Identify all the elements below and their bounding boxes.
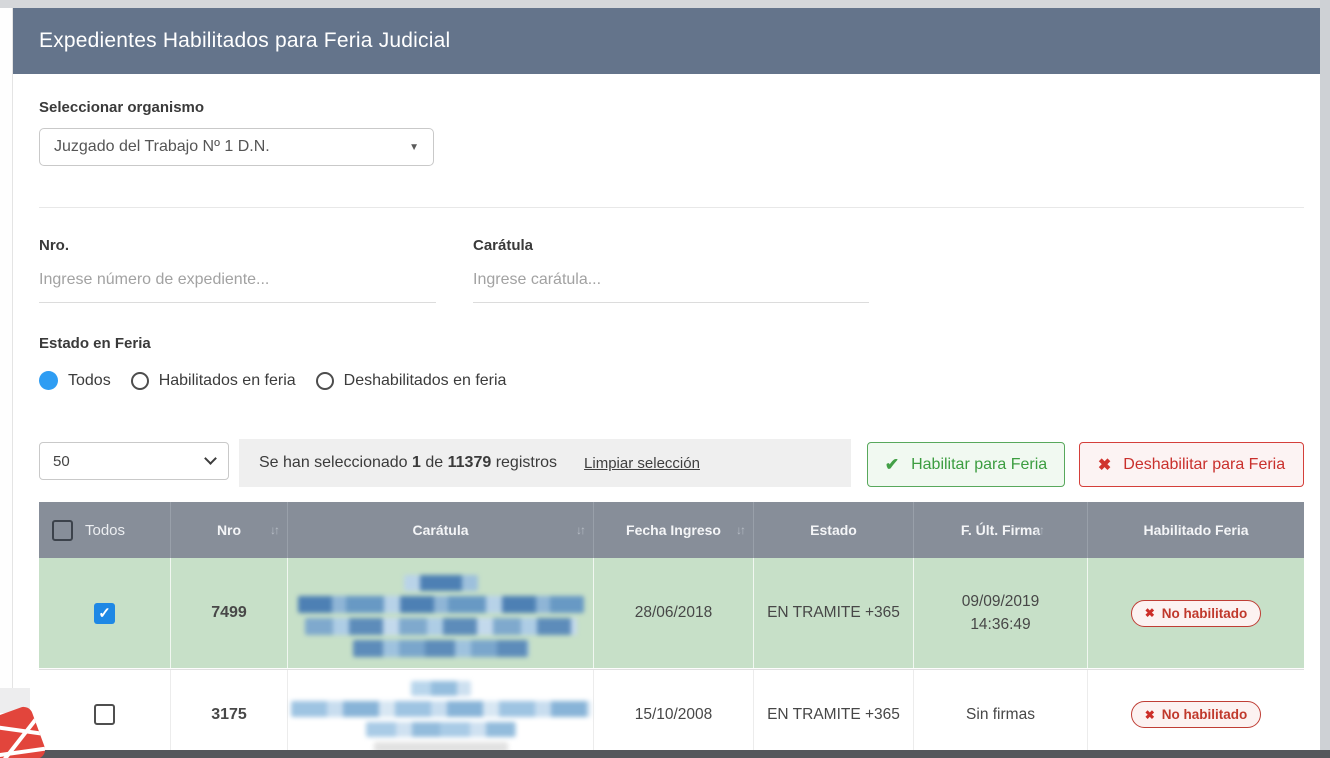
clear-selection-link[interactable]: Limpiar selección bbox=[584, 455, 700, 472]
nro-cell: 7499 bbox=[171, 558, 288, 668]
window-bottom-edge bbox=[33, 750, 1330, 758]
badge-cross-icon: ✖ bbox=[1145, 606, 1155, 620]
radio-option-deshabilitados[interactable]: Deshabilitados en feria bbox=[316, 372, 507, 390]
page-title: Expedientes Habilitados para Feria Judic… bbox=[39, 29, 450, 53]
sort-icon[interactable]: ↓↑ bbox=[736, 523, 744, 537]
radio-unselected-icon bbox=[131, 372, 149, 390]
table-header-row: Todos Nro ↓↑ Carátula ↓↑ Fecha Ingreso ↓… bbox=[39, 502, 1304, 558]
nro-cell: 3175 bbox=[171, 670, 288, 758]
chevron-down-icon bbox=[204, 452, 217, 465]
row-select-cell bbox=[39, 670, 171, 758]
page-header: Expedientes Habilitados para Feria Judic… bbox=[13, 8, 1320, 74]
table-row[interactable]: ✓ 7499 28/06/2018 bbox=[39, 558, 1304, 669]
caratula-label: Carátula bbox=[473, 237, 533, 254]
selection-count: 1 bbox=[412, 454, 421, 471]
radio-unselected-icon bbox=[316, 372, 334, 390]
disable-for-feria-button[interactable]: ✖ Deshabilitar para Feria bbox=[1079, 442, 1304, 487]
status-badge: ✖ No habilitado bbox=[1131, 600, 1262, 627]
redacted-caratula bbox=[288, 676, 593, 753]
page-size-select[interactable]: 50 bbox=[39, 442, 229, 480]
column-header-nro[interactable]: Nro ↓↑ bbox=[171, 502, 288, 558]
fecha-ingreso-cell: 15/10/2008 bbox=[594, 670, 754, 758]
column-header-caratula[interactable]: Carátula ↓↑ bbox=[288, 502, 594, 558]
fecha-ingreso-cell: 28/06/2018 bbox=[594, 558, 754, 668]
organismo-select[interactable]: Juzgado del Trabajo Nº 1 D.N. ▼ bbox=[39, 128, 434, 166]
status-badge: ✖ No habilitado bbox=[1131, 701, 1262, 728]
row-checkbox-checked[interactable]: ✓ bbox=[94, 603, 115, 624]
enable-for-feria-button[interactable]: ✔ Habilitar para Feria bbox=[867, 442, 1065, 487]
window-right-edge bbox=[1320, 0, 1330, 758]
cross-icon: ✖ bbox=[1098, 455, 1111, 475]
nro-input[interactable] bbox=[39, 258, 436, 303]
organismo-selected-value: Juzgado del Trabajo Nº 1 D.N. bbox=[54, 138, 270, 156]
window-top-edge bbox=[0, 0, 1330, 8]
checkmark-icon: ✓ bbox=[98, 604, 111, 622]
column-header-select-all: Todos bbox=[39, 502, 171, 558]
page: Expedientes Habilitados para Feria Judic… bbox=[0, 0, 1330, 758]
selection-total: 11379 bbox=[448, 454, 492, 471]
habilitado-feria-cell: ✖ No habilitado bbox=[1088, 670, 1304, 758]
check-icon: ✔ bbox=[885, 455, 899, 475]
badge-cross-icon: ✖ bbox=[1145, 708, 1155, 722]
nro-label: Nro. bbox=[39, 237, 69, 254]
selection-summary: Se han seleccionado 1 de 11379 registros bbox=[259, 454, 557, 472]
caratula-cell bbox=[288, 558, 594, 668]
caratula-cell bbox=[288, 670, 594, 758]
table-row[interactable]: 3175 15/10/2008 EN TRAMITE +365 bbox=[39, 669, 1304, 758]
redacted-caratula bbox=[288, 570, 593, 657]
sort-icon[interactable]: ↓↑ bbox=[270, 523, 278, 537]
f-ult-firma-cell: Sin firmas bbox=[914, 670, 1088, 758]
expedientes-table: Todos Nro ↓↑ Carátula ↓↑ Fecha Ingreso ↓… bbox=[39, 502, 1304, 758]
f-ult-firma-cell: 09/09/2019 14:36:49 bbox=[914, 558, 1088, 668]
sort-icon[interactable]: ↓↑ bbox=[576, 523, 584, 537]
column-header-estado: Estado bbox=[754, 502, 914, 558]
section-divider bbox=[39, 207, 1304, 208]
organismo-label: Seleccionar organismo bbox=[39, 99, 204, 116]
estado-feria-label: Estado en Feria bbox=[39, 335, 151, 352]
estado-feria-radio-group: Todos Habilitados en feria Deshabilitado… bbox=[39, 371, 506, 390]
select-all-label: Todos bbox=[85, 522, 125, 539]
radio-selected-icon bbox=[39, 371, 58, 390]
sort-icon[interactable]: ↓↑ bbox=[1035, 523, 1043, 537]
content-card: Expedientes Habilitados para Feria Judic… bbox=[12, 8, 1320, 758]
caratula-input[interactable] bbox=[473, 258, 869, 303]
radio-option-todos[interactable]: Todos bbox=[39, 371, 111, 390]
page-size-value: 50 bbox=[53, 453, 70, 470]
column-header-habilitado-feria: Habilitado Feria bbox=[1088, 502, 1304, 558]
habilitado-feria-cell: ✖ No habilitado bbox=[1088, 558, 1304, 668]
row-select-cell: ✓ bbox=[39, 558, 171, 668]
row-checkbox-unchecked[interactable] bbox=[94, 704, 115, 725]
select-all-checkbox[interactable] bbox=[52, 520, 73, 541]
column-header-fecha-ingreso[interactable]: Fecha Ingreso ↓↑ bbox=[594, 502, 754, 558]
radio-option-habilitados[interactable]: Habilitados en feria bbox=[131, 372, 296, 390]
estado-cell: EN TRAMITE +365 bbox=[754, 670, 914, 758]
selection-info-box: Se han seleccionado 1 de 11379 registros… bbox=[239, 439, 851, 487]
column-header-f-ult-firma[interactable]: F. Últ. Firma ↓↑ bbox=[914, 502, 1088, 558]
caret-down-icon: ▼ bbox=[409, 142, 419, 153]
estado-cell: EN TRAMITE +365 bbox=[754, 558, 914, 668]
